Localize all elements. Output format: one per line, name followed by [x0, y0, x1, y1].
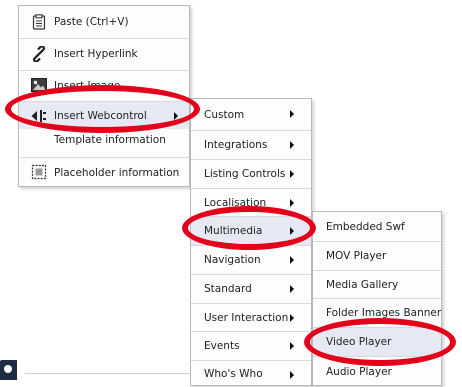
- submenu-arrow-icon: [290, 285, 294, 293]
- menu-item-paste[interactable]: Paste (Ctrl+V): [19, 7, 189, 37]
- menu-item-label: Template information: [54, 134, 166, 146]
- menu-item-label: Paste (Ctrl+V): [54, 16, 129, 28]
- placeholder-icon: [31, 164, 47, 180]
- submenu-item-video-player[interactable]: Video Player: [313, 327, 441, 356]
- submenu-item-integrations[interactable]: Integrations: [191, 130, 311, 159]
- menu-item-label: Embedded Swf: [326, 220, 405, 233]
- menu-item-label: Integrations: [204, 139, 268, 151]
- menu-item-label: User Interaction: [204, 311, 289, 324]
- submenu-arrow-icon: [290, 227, 294, 235]
- clipboard-icon: [31, 14, 47, 30]
- submenu-arrow-icon: [290, 199, 294, 207]
- link-icon: [31, 46, 47, 62]
- webcontrol-submenu: Custom Integrations Listing Controls Loc…: [190, 98, 312, 386]
- submenu-arrow-icon: [290, 371, 294, 379]
- submenu-item-whos-who[interactable]: Who's Who: [191, 360, 311, 387]
- submenu-item-localisation[interactable]: Localisation: [191, 188, 311, 216]
- menu-item-label: Audio Player: [326, 366, 392, 378]
- menu-item-label: Standard: [204, 283, 252, 295]
- image-icon: [31, 77, 47, 93]
- menu-item-label: Listing Controls: [204, 168, 286, 180]
- submenu-item-user-interaction[interactable]: User Interaction: [191, 303, 311, 331]
- submenu-arrow-icon: [290, 256, 294, 264]
- menu-item-label: Media Gallery: [326, 278, 399, 291]
- menu-item-insert-webcontrol[interactable]: Insert Webcontrol: [19, 101, 189, 129]
- menu-item-template-information[interactable]: Template information: [19, 129, 189, 151]
- submenu-item-events[interactable]: Events: [191, 331, 311, 360]
- submenu-arrow-icon: [290, 314, 294, 322]
- submenu-item-multimedia[interactable]: Multimedia: [191, 216, 311, 245]
- menu-item-label: Navigation: [204, 254, 261, 266]
- menu-item-label: Who's Who: [204, 368, 263, 380]
- menu-item-label: Localisation: [204, 196, 267, 209]
- submenu-arrow-icon: [290, 170, 294, 178]
- page-divider: [25, 373, 190, 374]
- menu-item-label: Video Player: [326, 336, 392, 348]
- menu-item-label: Insert Image: [54, 79, 121, 92]
- menu-item-label: Folder Images Banner: [326, 307, 442, 319]
- menu-item-label: Custom: [204, 108, 245, 121]
- multimedia-submenu: Embedded Swf MOV Player Media Gallery Fo…: [312, 211, 442, 386]
- menu-item-label: Placeholder information: [54, 166, 180, 179]
- menu-item-insert-image[interactable]: Insert Image: [19, 70, 189, 100]
- menu-item-insert-hyperlink[interactable]: Insert Hyperlink: [19, 38, 189, 69]
- submenu-item-folder-images-banner[interactable]: Folder Images Banner: [313, 298, 441, 327]
- submenu-arrow-icon: [174, 112, 178, 120]
- submenu-item-mov-player[interactable]: MOV Player: [313, 241, 441, 270]
- menu-item-label: MOV Player: [326, 250, 387, 262]
- toolbar-button[interactable]: [0, 360, 17, 380]
- submenu-item-custom[interactable]: Custom: [191, 99, 311, 130]
- submenu-item-listing-controls[interactable]: Listing Controls: [191, 159, 311, 188]
- submenu-item-embedded-swf[interactable]: Embedded Swf: [313, 212, 441, 241]
- submenu-item-media-gallery[interactable]: Media Gallery: [313, 270, 441, 298]
- context-menu: Paste (Ctrl+V) Insert Hyperlink Insert I…: [18, 5, 190, 187]
- submenu-item-standard[interactable]: Standard: [191, 274, 311, 303]
- menu-item-label: Insert Hyperlink: [54, 48, 138, 60]
- menu-item-label: Multimedia: [204, 225, 263, 237]
- submenu-item-audio-player[interactable]: Audio Player: [313, 356, 441, 387]
- submenu-arrow-icon: [290, 141, 294, 149]
- menu-item-placeholder-information[interactable]: Placeholder information: [19, 157, 189, 187]
- submenu-arrow-icon: [290, 342, 294, 350]
- menu-item-label: Events: [204, 340, 240, 352]
- webcontrol-icon: [31, 108, 47, 124]
- pin-icon: [4, 365, 12, 373]
- submenu-arrow-icon: [290, 110, 294, 118]
- menu-item-label: Insert Webcontrol: [54, 109, 147, 122]
- submenu-item-navigation[interactable]: Navigation: [191, 245, 311, 274]
